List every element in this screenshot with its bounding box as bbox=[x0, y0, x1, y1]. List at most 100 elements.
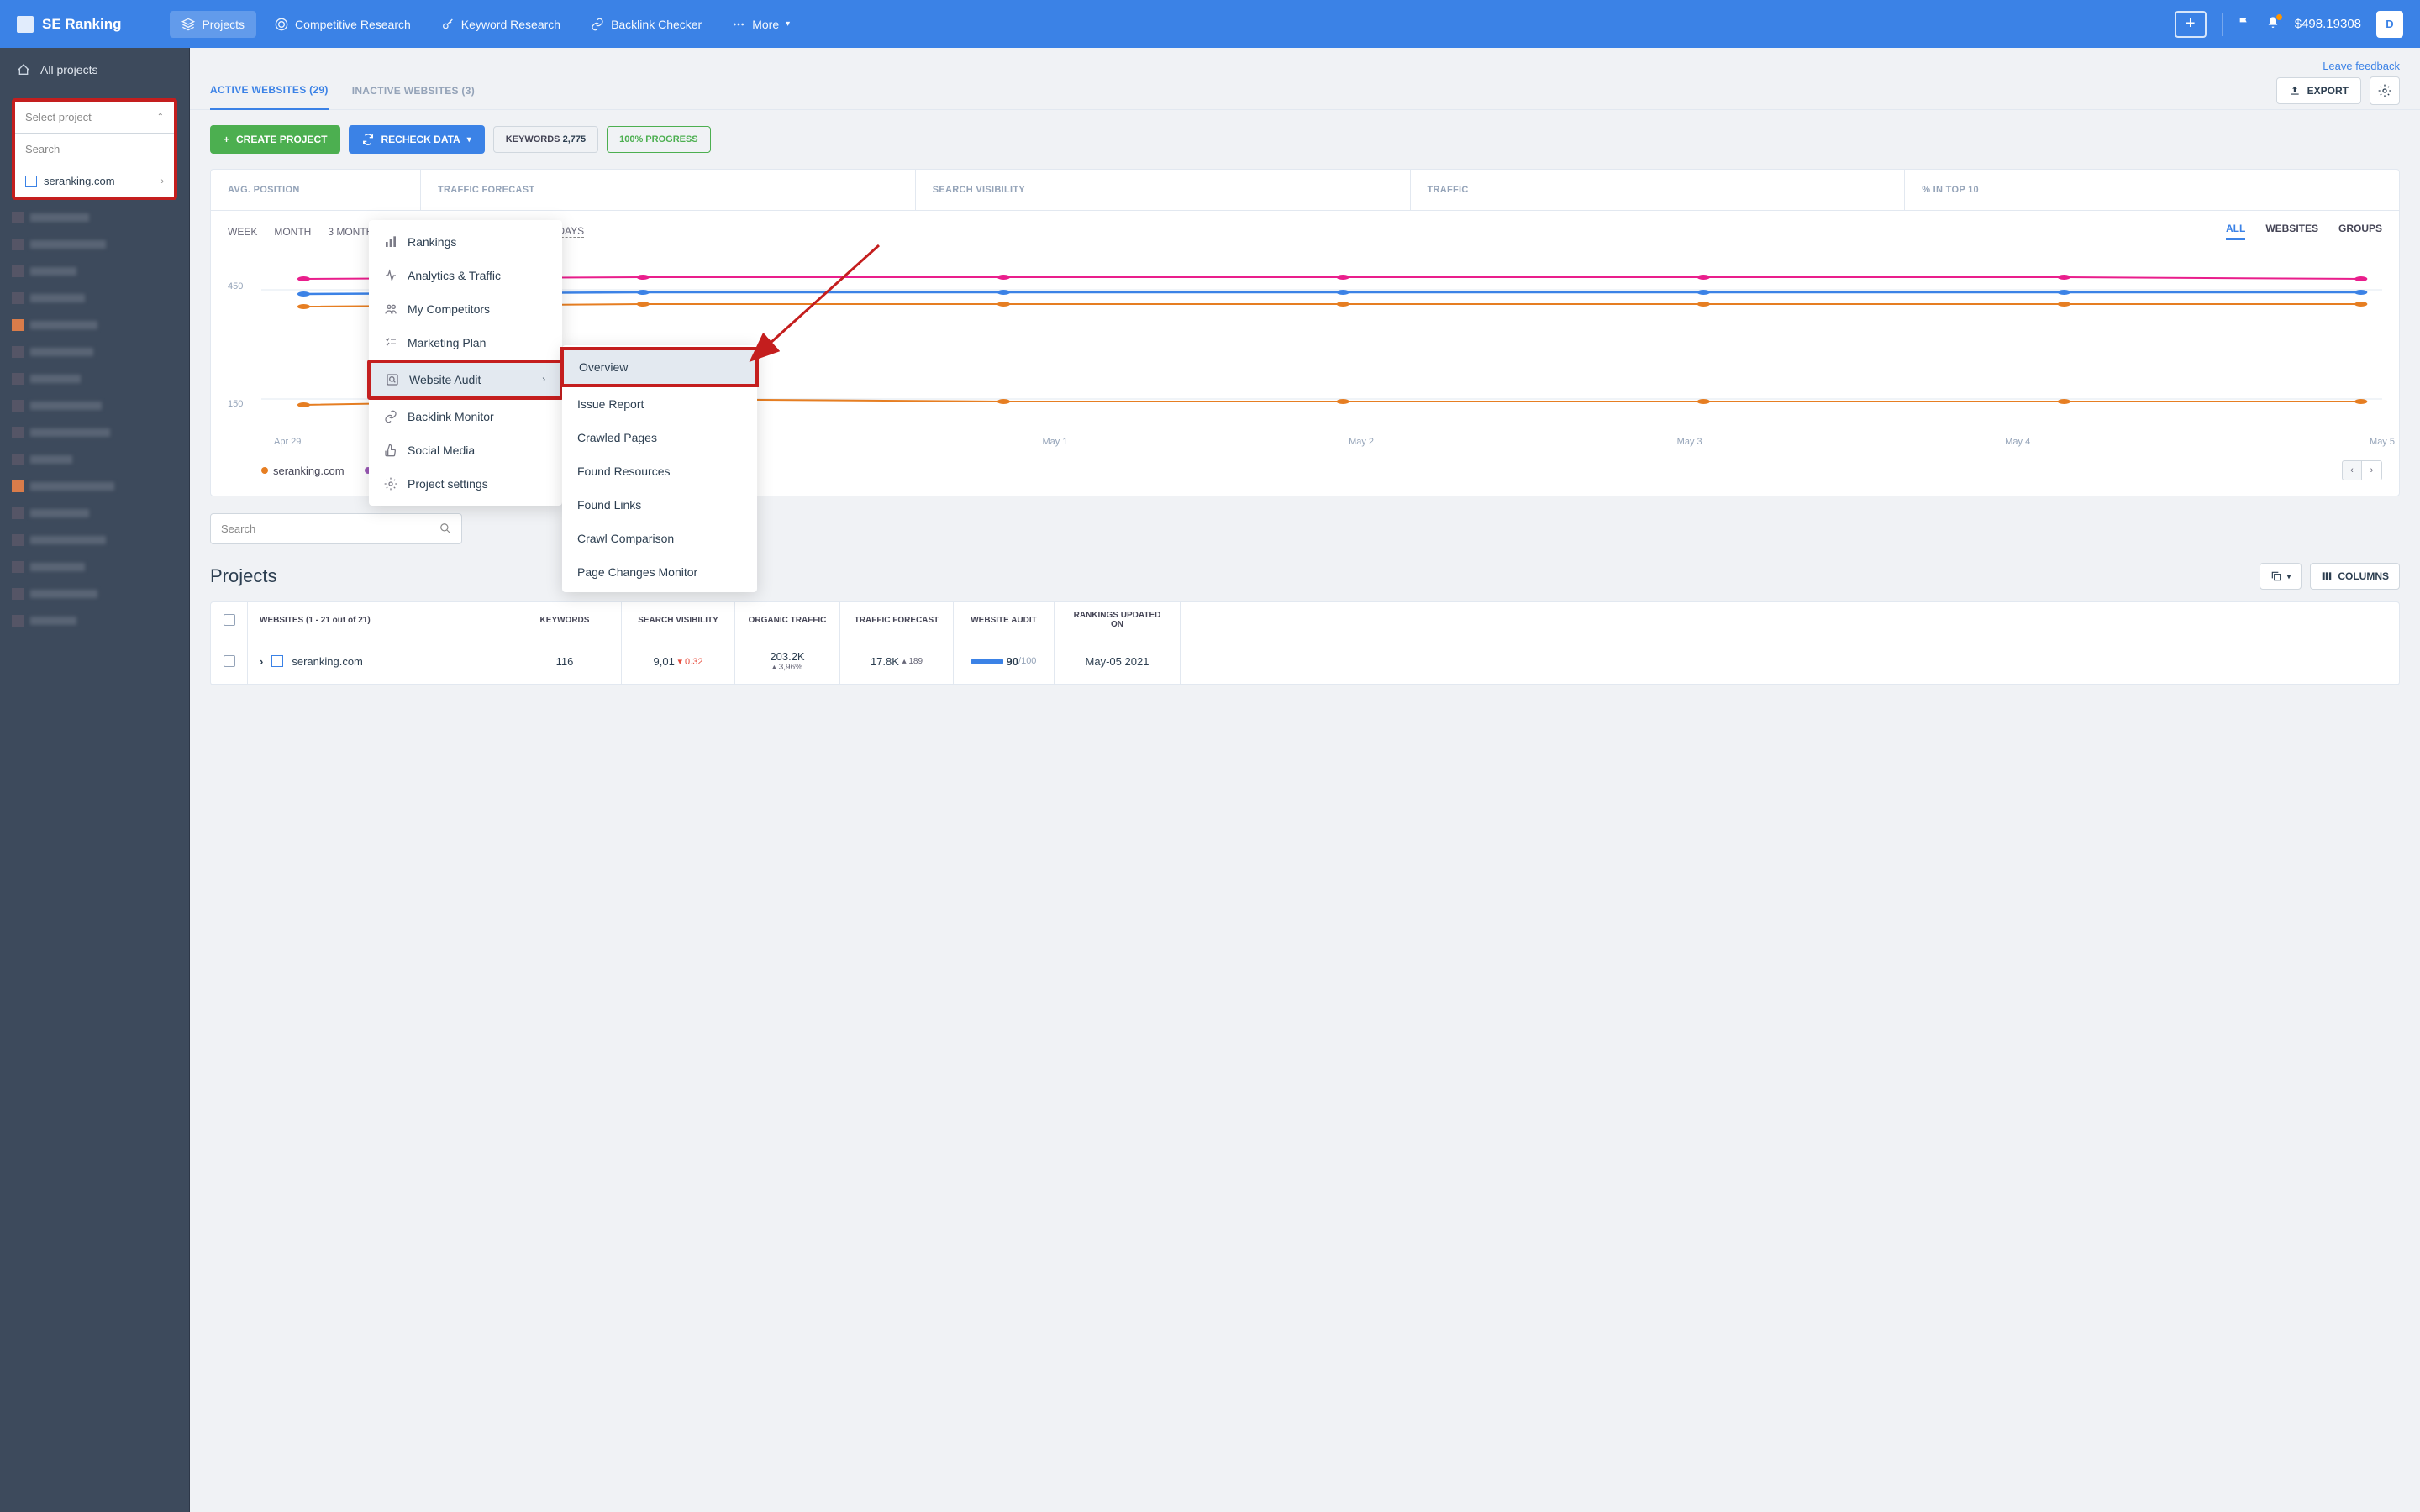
plus-icon: + bbox=[224, 134, 229, 145]
flag-icon[interactable] bbox=[2238, 16, 2251, 32]
submenu-issue-report[interactable]: Issue Report bbox=[562, 387, 757, 421]
tab-active-websites[interactable]: ACTIVE WEBSITES (29) bbox=[210, 72, 329, 110]
nav-keyword[interactable]: Keyword Research bbox=[429, 11, 572, 38]
th-websites[interactable]: WEBSITES (1 - 21 out of 21) bbox=[248, 602, 508, 638]
metric-top10[interactable]: % IN TOP 10 bbox=[1905, 170, 2399, 210]
settings-button[interactable] bbox=[2370, 76, 2400, 105]
add-button[interactable]: + bbox=[2175, 11, 2207, 38]
menu-social[interactable]: Social Media bbox=[369, 433, 562, 467]
link-icon bbox=[384, 410, 397, 423]
view-all[interactable]: ALL bbox=[2226, 223, 2245, 240]
row-checkbox[interactable] bbox=[211, 638, 248, 684]
submenu-found-resources[interactable]: Found Resources bbox=[562, 454, 757, 488]
submenu-crawled-pages[interactable]: Crawled Pages bbox=[562, 421, 757, 454]
legend-next-button[interactable]: › bbox=[2362, 460, 2382, 480]
menu-competitors[interactable]: My Competitors bbox=[369, 292, 562, 326]
gear-icon bbox=[2378, 84, 2391, 97]
nav-projects[interactable]: Projects bbox=[170, 11, 256, 38]
legend-prev-button[interactable]: ‹ bbox=[2342, 460, 2362, 480]
menu-website-audit[interactable]: Website Audit › bbox=[367, 360, 564, 400]
recheck-data-button[interactable]: RECHECK DATA ▾ bbox=[349, 125, 484, 154]
bars-icon bbox=[384, 235, 397, 249]
x-label-4: May 4 bbox=[2005, 437, 2030, 447]
submenu-overview[interactable]: Overview bbox=[560, 347, 759, 387]
avatar[interactable]: D bbox=[2376, 11, 2403, 38]
bell-icon[interactable] bbox=[2266, 16, 2280, 32]
main-content: Leave feedback ACTIVE WEBSITES (29) INAC… bbox=[190, 48, 2420, 1512]
project-item-seranking[interactable]: seranking.com › bbox=[15, 165, 174, 197]
metric-avg-position[interactable]: AVG. POSITION bbox=[211, 170, 421, 210]
x-label-1: May 1 bbox=[1043, 437, 1068, 447]
x-label-2: May 2 bbox=[1349, 437, 1374, 447]
submenu-crawl-comparison[interactable]: Crawl Comparison bbox=[562, 522, 757, 555]
th-checkbox[interactable] bbox=[211, 602, 248, 638]
table-row[interactable]: › seranking.com 116 9,01 ▾ 0.32 203.2K ▴… bbox=[211, 638, 2399, 685]
export-button[interactable]: EXPORT bbox=[2276, 77, 2361, 104]
row-site-cell[interactable]: › seranking.com bbox=[248, 638, 508, 684]
project-search-input[interactable]: Search bbox=[15, 134, 174, 165]
metric-search-visibility[interactable]: SEARCH VISIBILITY bbox=[916, 170, 1411, 210]
metric-traffic-forecast[interactable]: TRAFFIC FORECAST bbox=[421, 170, 916, 210]
refresh-icon bbox=[362, 134, 374, 145]
select-project-dropdown[interactable]: Select project ⌃ bbox=[15, 102, 174, 134]
leave-feedback-link[interactable]: Leave feedback bbox=[190, 48, 2420, 72]
export-label: EXPORT bbox=[2307, 85, 2349, 97]
th-organic-traffic[interactable]: ORGANIC TRAFFIC bbox=[735, 602, 840, 638]
filter-month[interactable]: MONTH bbox=[274, 226, 311, 238]
create-project-button[interactable]: + CREATE PROJECT bbox=[210, 125, 340, 154]
y-tick-150: 150 bbox=[228, 399, 243, 409]
th-website-audit[interactable]: WEBSITE AUDIT bbox=[954, 602, 1055, 638]
menu-project-settings[interactable]: Project settings bbox=[369, 467, 562, 501]
nav-competitive[interactable]: Competitive Research bbox=[263, 11, 423, 38]
all-projects-link[interactable]: All projects bbox=[0, 48, 189, 92]
projects-search-input[interactable]: Search bbox=[210, 513, 462, 544]
logo-icon bbox=[17, 16, 34, 33]
chevron-down-icon: ▾ bbox=[467, 135, 471, 144]
keywords-count: KEYWORDS 2,775 bbox=[493, 126, 598, 153]
project-search-placeholder: Search bbox=[25, 143, 60, 155]
menu-analytics[interactable]: Analytics & Traffic bbox=[369, 259, 562, 292]
logo[interactable]: SE Ranking bbox=[17, 16, 121, 33]
recheck-label: RECHECK DATA bbox=[381, 134, 460, 145]
tab-inactive-websites[interactable]: INACTIVE WEBSITES (3) bbox=[352, 73, 475, 108]
balance-amount[interactable]: $498.19308 bbox=[2295, 17, 2361, 31]
view-websites[interactable]: WEBSITES bbox=[2265, 223, 2318, 240]
link-icon bbox=[591, 18, 604, 31]
th-keywords[interactable]: KEYWORDS bbox=[508, 602, 622, 638]
chevron-down-icon: ▾ bbox=[2287, 572, 2291, 581]
th-search-visibility[interactable]: SEARCH VISIBILITY bbox=[622, 602, 735, 638]
legend-seranking[interactable]: seranking.com bbox=[261, 465, 345, 477]
nav-competitive-label: Competitive Research bbox=[295, 18, 411, 31]
projects-title: Projects bbox=[210, 565, 276, 587]
create-project-label: CREATE PROJECT bbox=[236, 134, 327, 145]
keywords-value: 2,775 bbox=[563, 134, 587, 144]
checklist-icon bbox=[384, 336, 397, 349]
row-keywords: 116 bbox=[508, 638, 622, 684]
table-header: WEBSITES (1 - 21 out of 21) KEYWORDS SEA… bbox=[211, 602, 2399, 638]
chevron-right-icon: › bbox=[542, 375, 545, 385]
submenu-found-links[interactable]: Found Links bbox=[562, 488, 757, 522]
project-selector-highlighted: Select project ⌃ Search seranking.com › bbox=[12, 98, 177, 200]
menu-marketing[interactable]: Marketing Plan bbox=[369, 326, 562, 360]
project-name-label: seranking.com bbox=[44, 175, 115, 187]
notification-badge bbox=[2276, 14, 2282, 20]
copy-button[interactable]: ▾ bbox=[2260, 563, 2302, 590]
menu-rankings[interactable]: Rankings bbox=[369, 225, 562, 259]
nav-more[interactable]: More ▾ bbox=[720, 11, 802, 38]
blurred-project-list bbox=[0, 200, 189, 638]
menu-backlink[interactable]: Backlink Monitor bbox=[369, 400, 562, 433]
submenu-page-changes[interactable]: Page Changes Monitor bbox=[562, 555, 757, 589]
chevron-right-icon: › bbox=[160, 176, 164, 186]
metric-tabs: AVG. POSITION TRAFFIC FORECAST SEARCH VI… bbox=[211, 170, 2399, 211]
columns-button[interactable]: COLUMNS bbox=[2310, 563, 2400, 590]
expand-icon[interactable]: › bbox=[260, 655, 263, 668]
filter-week[interactable]: WEEK bbox=[228, 226, 257, 238]
th-traffic-forecast[interactable]: TRAFFIC FORECAST bbox=[840, 602, 954, 638]
metric-traffic[interactable]: TRAFFIC bbox=[1411, 170, 1906, 210]
pulse-icon bbox=[384, 269, 397, 282]
nav-backlink[interactable]: Backlink Checker bbox=[579, 11, 713, 38]
row-updated-on: May-05 2021 bbox=[1055, 638, 1181, 684]
row-search-visibility: 9,01 ▾ 0.32 bbox=[622, 638, 735, 684]
th-rankings-updated[interactable]: RANKINGS UPDATED ON bbox=[1055, 602, 1181, 638]
view-groups[interactable]: GROUPS bbox=[2338, 223, 2382, 240]
